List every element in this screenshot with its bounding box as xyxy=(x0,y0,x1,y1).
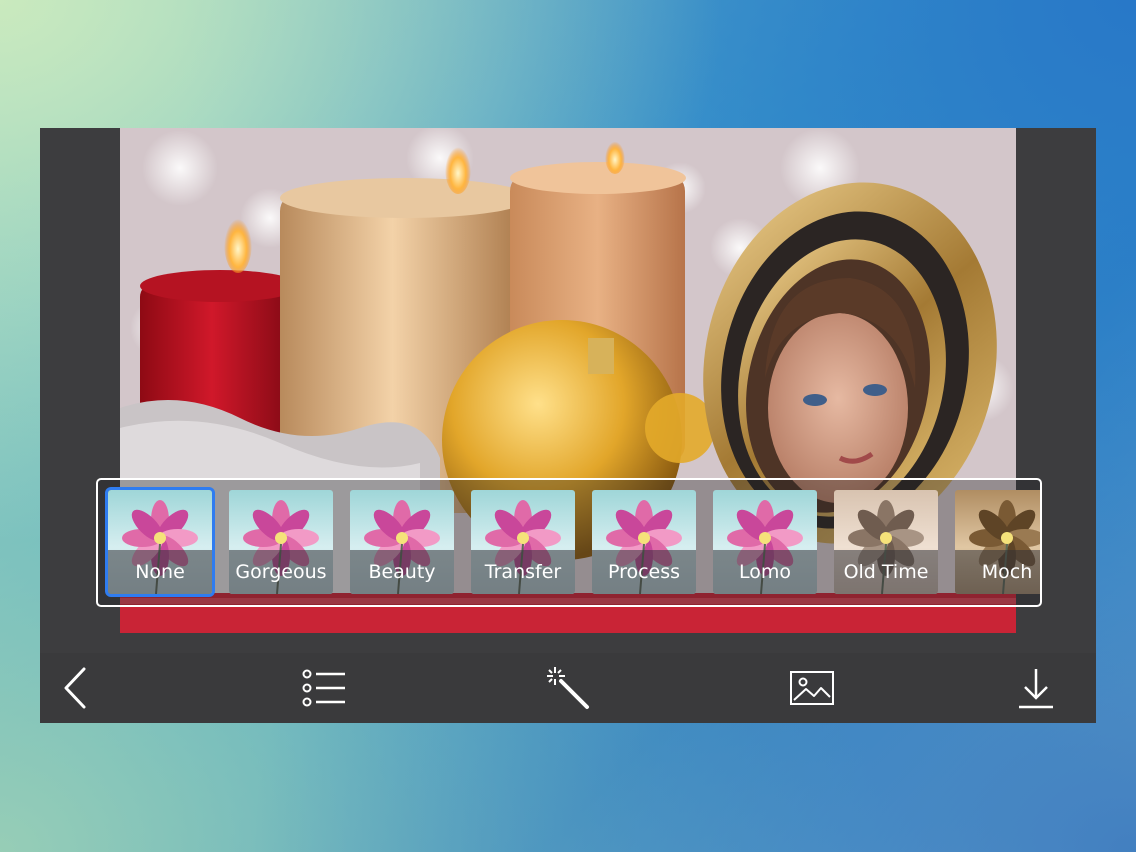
filter-thumbnail-moch[interactable]: Moch xyxy=(955,490,1040,594)
filter-thumbnail-gorgeous[interactable]: Gorgeous xyxy=(229,490,333,594)
filter-thumbnail-beauty[interactable]: Beauty xyxy=(350,490,454,594)
magic-wand-icon xyxy=(547,667,589,709)
filter-thumbnail-none[interactable]: None xyxy=(108,490,212,594)
list-button[interactable] xyxy=(296,663,352,713)
download-button[interactable] xyxy=(1008,663,1064,713)
image-icon xyxy=(790,671,834,705)
filter-label: Process xyxy=(592,550,696,594)
filter-label: Moch xyxy=(955,550,1040,594)
gallery-button[interactable] xyxy=(784,663,840,713)
list-icon xyxy=(302,669,345,707)
filter-label: None xyxy=(108,550,212,594)
filter-thumbnail-transfer[interactable]: Transfer xyxy=(471,490,575,594)
effects-button[interactable] xyxy=(540,663,596,713)
filter-carousel[interactable]: None Gorgeous Beauty Transfer Process Lomo Old… xyxy=(96,478,1042,607)
chevron-left-icon xyxy=(64,667,86,709)
filter-label: Transfer xyxy=(471,550,575,594)
filter-label: Lomo xyxy=(713,550,817,594)
app-window: None Gorgeous Beauty Transfer Process Lomo Old… xyxy=(40,128,1096,723)
filter-label: Gorgeous xyxy=(229,550,333,594)
filter-label: Old Time xyxy=(834,550,938,594)
filter-thumbnail-lomo[interactable]: Lomo xyxy=(713,490,817,594)
filter-thumbnail-old-time[interactable]: Old Time xyxy=(834,490,938,594)
filter-thumbnail-process[interactable]: Process xyxy=(592,490,696,594)
back-button[interactable] xyxy=(48,663,104,713)
bottom-toolbar xyxy=(40,653,1096,723)
filter-label: Beauty xyxy=(350,550,454,594)
download-icon xyxy=(1019,669,1053,709)
